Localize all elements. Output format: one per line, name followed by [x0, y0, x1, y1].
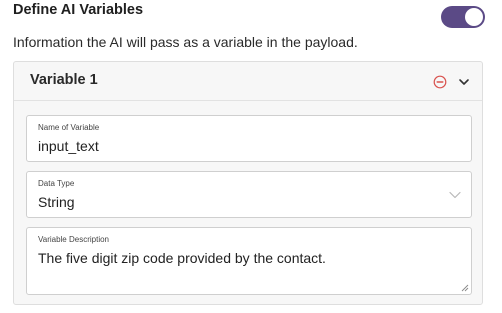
variable-title: Variable 1: [30, 72, 98, 88]
collapse-variable-button[interactable]: [457, 75, 471, 89]
data-type-select[interactable]: Data Type String: [26, 171, 472, 218]
minus-circle-icon: [433, 75, 447, 89]
variable-panel-header[interactable]: Variable 1: [14, 62, 482, 101]
variable-description-label: Variable Description: [38, 235, 109, 244]
variable-name-field[interactable]: Name of Variable input_text: [26, 115, 472, 162]
section-description: Information the AI will pass as a variab…: [13, 34, 358, 50]
remove-variable-button[interactable]: [433, 75, 447, 89]
variable-description-textarea[interactable]: The five digit zip code provided by the …: [38, 250, 326, 266]
data-type-label: Data Type: [38, 179, 75, 188]
resize-handle-icon[interactable]: [461, 284, 469, 292]
variable-description-field[interactable]: Variable Description The five digit zip …: [26, 227, 472, 295]
data-type-value[interactable]: String: [38, 194, 75, 210]
variable-panel: Variable 1 Name of Variable input_text D…: [13, 61, 483, 305]
variable-name-input[interactable]: input_text: [38, 138, 99, 154]
variable-name-label: Name of Variable: [38, 123, 100, 132]
chevron-down-icon: [449, 191, 461, 199]
section-title: Define AI Variables: [13, 2, 144, 18]
ai-variables-toggle[interactable]: [441, 6, 485, 28]
toggle-knob: [465, 8, 483, 26]
chevron-down-icon: [459, 79, 469, 85]
